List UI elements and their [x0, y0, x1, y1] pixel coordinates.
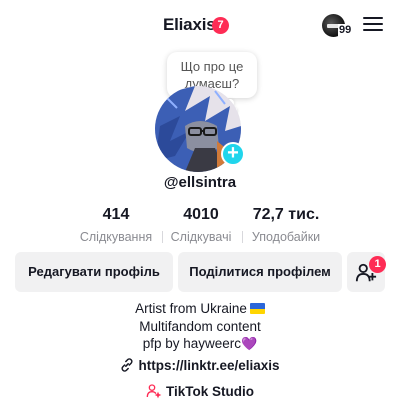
stat-following-label: Слідкування [79, 230, 153, 244]
add-friends-badge: 1 [369, 256, 386, 273]
tiktok-studio-entry[interactable]: TikTok Studio [0, 383, 400, 399]
stat-divider [242, 231, 243, 243]
notification-badge: 7 [212, 17, 229, 34]
profile-link-text: https://linktr.ee/eliaxis [138, 358, 280, 373]
mini-avatar-count: 99 [338, 24, 353, 36]
ukraine-flag-icon [249, 303, 265, 314]
stat-following-value: 414 [102, 206, 130, 223]
share-profile-button[interactable]: Поділитися профілем [178, 252, 342, 292]
tiktok-studio-label: TikTok Studio [165, 384, 254, 399]
bio-line-1: Artist from Ukraine [0, 300, 400, 318]
stat-followers-value: 4010 [183, 206, 219, 223]
stats-row: 414 Слідкування 4010 Слідкувачі 72,7 тис… [0, 205, 400, 245]
profile-handle: @ellsintra [163, 174, 237, 191]
link-icon [121, 358, 133, 372]
stat-followers-label: Слідкувачі [170, 230, 232, 244]
profile-link[interactable]: https://linktr.ee/eliaxis [0, 358, 400, 373]
stat-followers[interactable]: 4010 Слідкувачі [163, 205, 239, 246]
edit-profile-button[interactable]: Редагувати профіль [15, 252, 173, 292]
username-title[interactable]: Eliaxis [163, 15, 216, 35]
stat-likes-value: 72,7 тис. [252, 206, 320, 223]
plus-icon[interactable]: + [221, 142, 245, 166]
stat-following[interactable]: 414 Слідкування [76, 205, 156, 246]
profile-header: Eliaxis 7 99 [0, 0, 400, 50]
profile-bio: Artist from Ukraine Multifandom content … [0, 300, 400, 353]
stat-likes-label: Уподобайки [251, 230, 321, 244]
studio-icon [146, 384, 162, 399]
stat-likes[interactable]: 72,7 тис. Уподобайки [245, 205, 327, 246]
bio-line-2: Multifandom content [139, 318, 261, 334]
purple-heart-icon: 💜 [241, 336, 258, 351]
bio-line-1-text: Artist from Ukraine [135, 301, 247, 316]
bio-line-3: pfp by hayweerc💜 [0, 335, 400, 353]
bio-line-3-text: pfp by hayweerc [142, 336, 242, 351]
hamburger-menu-icon[interactable] [363, 16, 383, 32]
